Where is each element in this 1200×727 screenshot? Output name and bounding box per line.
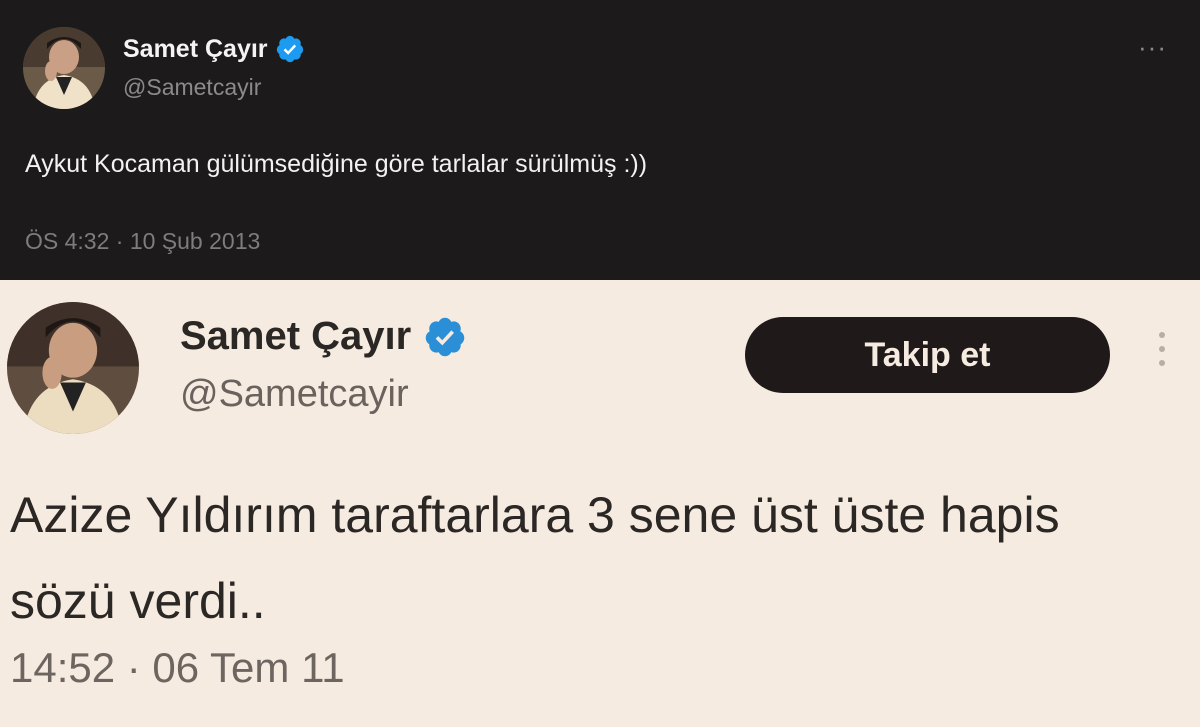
- dot: [1159, 360, 1165, 366]
- more-horizontal-icon[interactable]: ···: [1138, 32, 1167, 63]
- avatar-image: [23, 27, 105, 109]
- tweet-card-dark: Samet Çayır @Sametcayir ··· Aykut Kocama…: [0, 0, 1200, 280]
- tweet-card-light: Samet Çayır @Sametcayir Takip et Azize Y…: [0, 280, 1200, 727]
- verified-badge-icon: [276, 35, 303, 63]
- author-display-name[interactable]: Samet Çayır: [180, 314, 411, 359]
- verified-badge-icon: [425, 317, 465, 356]
- avatar[interactable]: [7, 302, 139, 434]
- tweet-timestamp[interactable]: 14:52 · 06 Tem 11: [10, 644, 345, 692]
- tweet-text: Aykut Kocaman gülümsediğine göre tarlala…: [25, 150, 648, 178]
- tweet-timestamp[interactable]: ÖS 4:32 · 10 Şub 2013: [25, 228, 260, 255]
- author-handle[interactable]: @Sametcayir: [180, 373, 409, 416]
- avatar[interactable]: [23, 27, 105, 109]
- author-name-row: Samet Çayır: [180, 314, 467, 359]
- avatar-image: [7, 302, 139, 434]
- author-name-row: Samet Çayır: [123, 34, 305, 64]
- more-vertical-icon[interactable]: [1150, 332, 1174, 366]
- author-display-name[interactable]: Samet Çayır: [123, 35, 268, 64]
- dot: [1159, 332, 1165, 338]
- author-handle[interactable]: @Sametcayir: [123, 74, 261, 101]
- tweet-text: Azize Yıldırım taraftarlara 3 sene üst ü…: [10, 487, 1060, 629]
- follow-button[interactable]: Takip et: [745, 317, 1110, 393]
- dot: [1159, 346, 1165, 352]
